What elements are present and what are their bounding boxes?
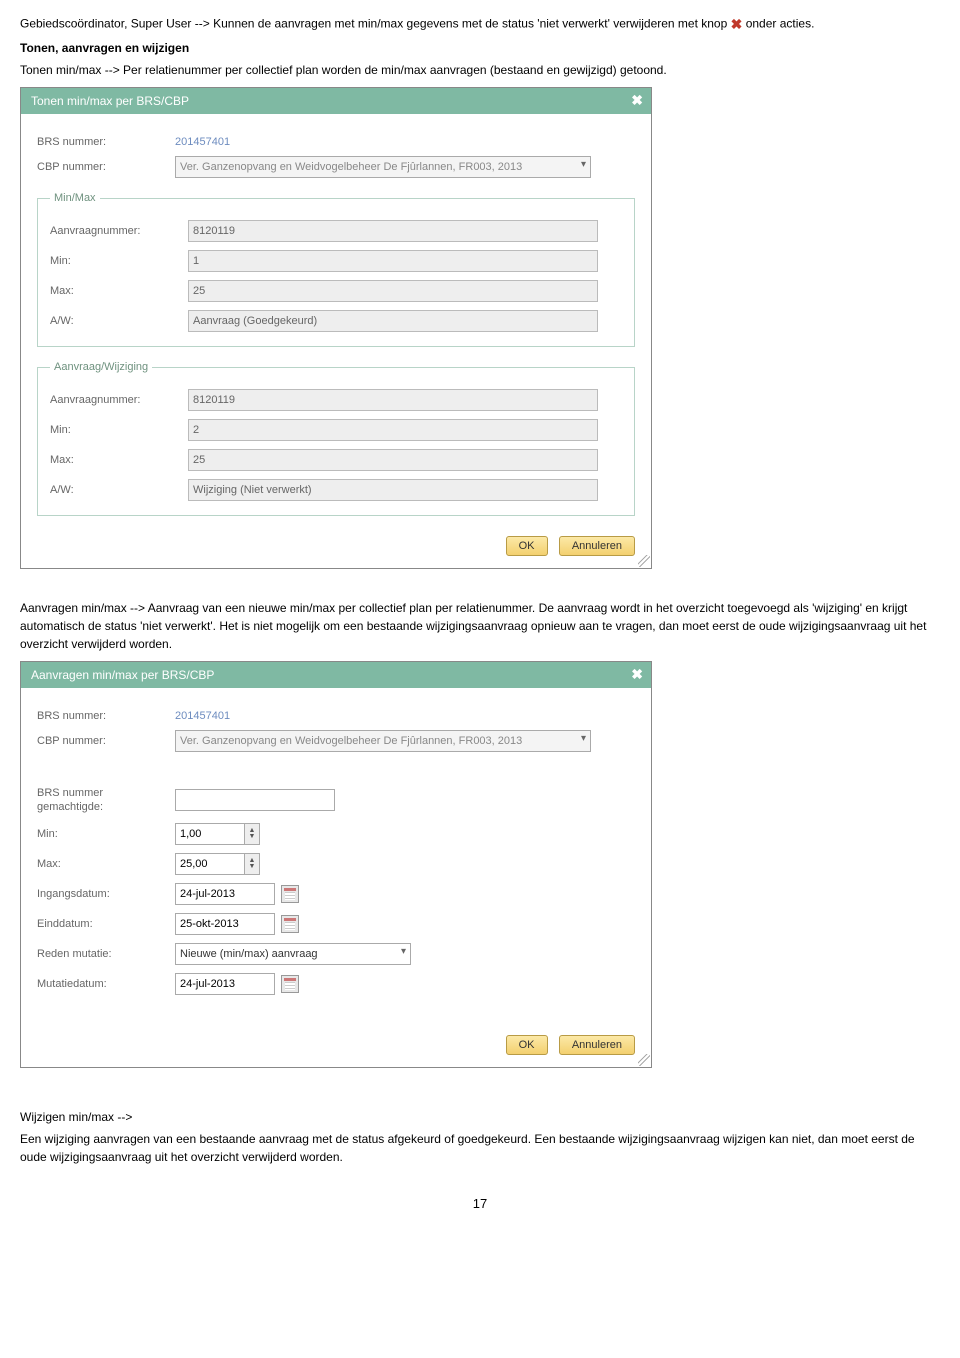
min-input[interactable] bbox=[175, 823, 245, 845]
max-input[interactable] bbox=[175, 853, 245, 875]
min-field bbox=[188, 250, 598, 272]
chevron-down-icon: ▾ bbox=[581, 733, 586, 744]
aanvraagnummer-label: Aanvraagnummer: bbox=[50, 225, 188, 237]
ingangsdatum-label: Ingangsdatum: bbox=[37, 888, 175, 900]
paragraph-4a: Wijzigen min/max --> bbox=[20, 1108, 940, 1126]
fieldset-minmax: Min/Max Aanvraagnummer: Min: Max: A/W: bbox=[37, 192, 635, 347]
reden-mutatie-select[interactable]: Nieuwe (min/max) aanvraag ▾ bbox=[175, 943, 411, 965]
min-label: Min: bbox=[50, 255, 188, 267]
dialog-title-bar[interactable]: Tonen min/max per BRS/CBP ✖ bbox=[21, 88, 651, 114]
cbp-nummer-select[interactable]: Ver. Ganzenopvang en Weidvogelbeheer De … bbox=[175, 156, 591, 178]
dialog-title-bar-2[interactable]: Aanvragen min/max per BRS/CBP ✖ bbox=[21, 662, 651, 688]
max-field bbox=[188, 280, 598, 302]
cbp-nummer-select-2[interactable]: Ver. Ganzenopvang en Weidvogelbeheer De … bbox=[175, 730, 591, 752]
brs-nummer-label: BRS nummer: bbox=[37, 136, 175, 148]
dialog-title-text-2: Aanvragen min/max per BRS/CBP bbox=[31, 668, 214, 682]
ok-button[interactable]: OK bbox=[506, 1035, 548, 1055]
cancel-button[interactable]: Annuleren bbox=[559, 1035, 635, 1055]
aw-field bbox=[188, 310, 598, 332]
min-field-2 bbox=[188, 419, 598, 441]
paragraph-2: Tonen min/max --> Per relatienummer per … bbox=[20, 61, 940, 79]
number-stepper[interactable]: ▲▼ bbox=[244, 823, 260, 845]
chevron-down-icon: ▾ bbox=[581, 159, 586, 170]
cbp-nummer-label-2: CBP nummer: bbox=[37, 735, 175, 747]
mutatiedatum-label: Mutatiedatum: bbox=[37, 978, 175, 990]
ok-button[interactable]: OK bbox=[506, 536, 548, 556]
reden-mutatie-label: Reden mutatie: bbox=[37, 948, 175, 960]
cbp-nummer-value: Ver. Ganzenopvang en Weidvogelbeheer De … bbox=[180, 161, 522, 173]
max-label-2: Max: bbox=[50, 454, 188, 466]
mutatiedatum-input[interactable] bbox=[175, 973, 275, 995]
resize-grip-icon[interactable] bbox=[638, 1054, 650, 1066]
chevron-down-icon: ▾ bbox=[401, 946, 406, 957]
max-label-3: Max: bbox=[37, 858, 175, 870]
close-icon[interactable]: ✖ bbox=[631, 92, 643, 109]
aw-label-2: A/W: bbox=[50, 484, 188, 496]
aanvraagnummer-label-2: Aanvraagnummer: bbox=[50, 394, 188, 406]
aw-field-2 bbox=[188, 479, 598, 501]
dialog-aanvragen-minmax: Aanvragen min/max per BRS/CBP ✖ BRS numm… bbox=[20, 661, 652, 1068]
cbp-nummer-value-2: Ver. Ganzenopvang en Weidvogelbeheer De … bbox=[180, 735, 522, 747]
max-field-2 bbox=[188, 449, 598, 471]
aanvraagnummer-field bbox=[188, 220, 598, 242]
cbp-nummer-label: CBP nummer: bbox=[37, 161, 175, 173]
brs-nummer-value: 201457401 bbox=[175, 136, 230, 148]
delete-icon: ✖ bbox=[731, 16, 743, 32]
brs-nummer-value-2: 201457401 bbox=[175, 710, 230, 722]
brs-nummer-label-2: BRS nummer: bbox=[37, 710, 175, 722]
gemachtigde-label: BRS nummer gemachtigde: bbox=[37, 786, 175, 815]
calendar-icon[interactable] bbox=[281, 975, 299, 993]
aw-label: A/W: bbox=[50, 315, 188, 327]
calendar-icon[interactable] bbox=[281, 885, 299, 903]
calendar-icon[interactable] bbox=[281, 915, 299, 933]
min-label-2: Min: bbox=[50, 424, 188, 436]
close-icon[interactable]: ✖ bbox=[631, 666, 643, 683]
page-number: 17 bbox=[20, 1196, 940, 1211]
aanvraagnummer-field-2 bbox=[188, 389, 598, 411]
paragraph-1: Gebiedscoördinator, Super User --> Kunne… bbox=[20, 14, 940, 35]
heading-tonen-aanvragen-wijzigen: Tonen, aanvragen en wijzigen bbox=[20, 39, 940, 57]
paragraph-1b: onder acties. bbox=[746, 17, 815, 31]
paragraph-3: Aanvragen min/max --> Aanvraag van een n… bbox=[20, 599, 940, 653]
dialog-tonen-minmax: Tonen min/max per BRS/CBP ✖ BRS nummer: … bbox=[20, 87, 652, 569]
min-label-3: Min: bbox=[37, 828, 175, 840]
paragraph-1a: Gebiedscoördinator, Super User --> Kunne… bbox=[20, 17, 731, 31]
einddatum-label: Einddatum: bbox=[37, 918, 175, 930]
max-label: Max: bbox=[50, 285, 188, 297]
gemachtigde-input[interactable] bbox=[175, 789, 335, 811]
fieldset-aw-legend: Aanvraag/Wijziging bbox=[50, 361, 152, 373]
fieldset-aanvraag-wijziging: Aanvraag/Wijziging Aanvraagnummer: Min: … bbox=[37, 361, 635, 516]
fieldset-minmax-legend: Min/Max bbox=[50, 192, 100, 204]
dialog-title-text: Tonen min/max per BRS/CBP bbox=[31, 94, 189, 108]
paragraph-4b: Een wijziging aanvragen van een bestaand… bbox=[20, 1130, 940, 1166]
reden-mutatie-value: Nieuwe (min/max) aanvraag bbox=[180, 948, 318, 960]
resize-grip-icon[interactable] bbox=[638, 555, 650, 567]
ingangsdatum-input[interactable] bbox=[175, 883, 275, 905]
einddatum-input[interactable] bbox=[175, 913, 275, 935]
cancel-button[interactable]: Annuleren bbox=[559, 536, 635, 556]
number-stepper[interactable]: ▲▼ bbox=[244, 853, 260, 875]
